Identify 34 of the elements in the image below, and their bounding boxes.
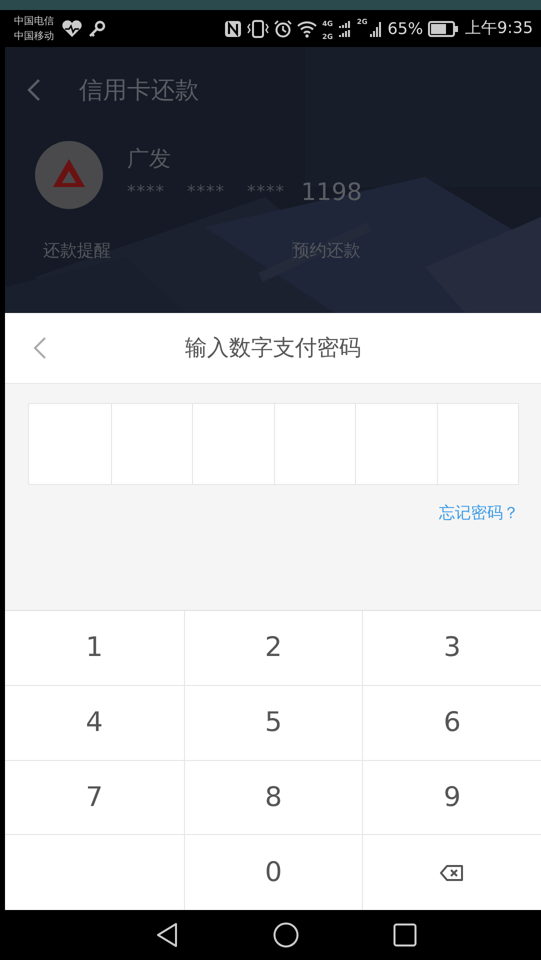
digit-key[interactable]: 3 <box>362 611 541 686</box>
signal-icon <box>338 20 352 38</box>
back-icon[interactable] <box>33 336 47 360</box>
masked-card-digits: **** <box>127 182 165 202</box>
signal-icon <box>368 20 382 38</box>
masked-card-digits: **** <box>187 182 225 202</box>
digit-key[interactable]: 6 <box>362 686 541 760</box>
alarm-icon <box>274 20 292 38</box>
dialog-title: 输入数字支付密码 <box>185 335 361 363</box>
battery-percentage: 65% <box>388 19 424 38</box>
vibrate-icon <box>247 20 270 38</box>
back-nav-icon[interactable] <box>154 922 178 948</box>
masked-card-digits: **** <box>247 182 285 202</box>
carrier-name: 中国移动 <box>14 30 54 44</box>
bank-logo-icon <box>35 141 103 209</box>
heart-icon <box>61 20 83 38</box>
key-icon <box>88 20 106 38</box>
wifi-icon <box>297 20 318 38</box>
nfc-icon <box>224 20 242 38</box>
digit-key[interactable]: 2 <box>184 611 362 686</box>
password-field[interactable] <box>28 403 519 485</box>
digit-key[interactable]: 8 <box>184 760 362 836</box>
clock-time: 上午9:35 <box>465 18 533 39</box>
battery-icon <box>428 20 458 36</box>
home-nav-icon[interactable] <box>272 922 298 948</box>
recents-nav-icon[interactable] <box>392 923 416 947</box>
page-title: 信用卡还款 <box>79 75 199 106</box>
card-last-digits: 1198 <box>301 178 362 206</box>
back-icon[interactable] <box>27 78 41 102</box>
carrier-name: 中国电信 <box>14 14 54 28</box>
digit-key[interactable]: 5 <box>184 686 362 760</box>
backspace-icon <box>440 864 464 881</box>
bank-name: 广发 <box>127 146 172 174</box>
digit-key[interactable]: 9 <box>362 760 541 836</box>
